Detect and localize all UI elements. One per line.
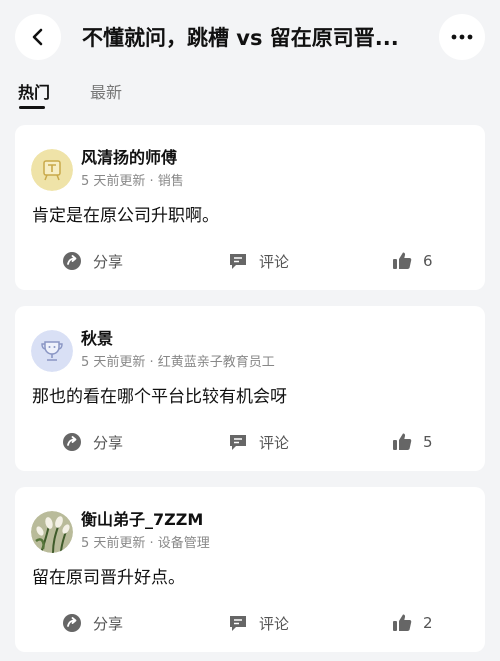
share-label: 分享: [93, 252, 124, 271]
post-meta: 5 天前更新 · 红黄蓝亲子教育员工: [81, 355, 275, 370]
comment-text: 留在原司晋升好点。: [32, 568, 185, 588]
tab-active-indicator: [19, 106, 45, 109]
post-meta: 5 天前更新 · 销售: [81, 174, 184, 189]
comment-label: 评论: [259, 433, 290, 452]
chevron-left-icon: [32, 28, 43, 46]
comment-label: 评论: [259, 614, 290, 633]
thumbs-up-icon: [393, 614, 412, 631]
post-meta: 5 天前更新 · 设备管理: [81, 536, 210, 551]
action-bar: 分享 评论 2: [15, 609, 485, 637]
avatar[interactable]: [31, 149, 73, 191]
share-icon: [63, 614, 81, 632]
scroll-badge-icon: [31, 149, 73, 191]
share-icon: [63, 433, 81, 451]
action-bar: 分享 评论 5: [15, 428, 485, 456]
thumbs-up-icon: [393, 433, 412, 450]
comment-card: 衡山弟子_7ZZM 5 天前更新 · 设备管理 留在原司晋升好点。 分享 评论: [15, 487, 485, 652]
avatar[interactable]: [31, 330, 73, 372]
flower-photo-icon: [31, 511, 73, 553]
thumbs-up-icon: [393, 252, 412, 269]
comment-icon: [230, 435, 246, 450]
comment-card: 秋景 5 天前更新 · 红黄蓝亲子教育员工 那也的看在哪个平台比较有机会呀 分享…: [15, 306, 485, 471]
comment-button[interactable]: 评论: [227, 247, 289, 275]
page-title: 不懂就问，跳槽 vs 留在原司晋...: [82, 26, 399, 50]
like-count: 6: [423, 252, 433, 270]
tab-latest[interactable]: 最新: [90, 81, 122, 105]
username[interactable]: 风清扬的师傅: [81, 147, 177, 169]
share-label: 分享: [93, 614, 124, 633]
share-button[interactable]: 分享: [61, 428, 123, 456]
app: 不懂就问，跳槽 vs 留在原司晋... 热门 最新 风清扬的师傅 5 天前更新 …: [0, 0, 500, 661]
like-button[interactable]: 2: [391, 609, 433, 637]
action-bar: 分享 评论 6: [15, 247, 485, 275]
avatar[interactable]: [31, 511, 73, 553]
share-button[interactable]: 分享: [61, 247, 123, 275]
back-button[interactable]: [15, 14, 61, 60]
share-icon: [63, 252, 81, 270]
tab-bar: 热门 最新: [0, 76, 500, 116]
username[interactable]: 衡山弟子_7ZZM: [81, 509, 203, 531]
tab-hot[interactable]: 热门: [18, 81, 50, 105]
like-button[interactable]: 5: [391, 428, 433, 456]
more-icon: [451, 34, 473, 40]
comment-icon: [230, 254, 246, 269]
comment-icon: [230, 616, 246, 631]
share-label: 分享: [93, 433, 124, 452]
top-bar: 不懂就问，跳槽 vs 留在原司晋...: [0, 0, 500, 76]
comment-button[interactable]: 评论: [227, 428, 289, 456]
comment-card: 风清扬的师傅 5 天前更新 · 销售 肯定是在原公司升职啊。 分享 评论 6: [15, 125, 485, 290]
comment-label: 评论: [259, 252, 290, 271]
like-count: 2: [423, 614, 433, 632]
comment-button[interactable]: 评论: [227, 609, 289, 637]
username[interactable]: 秋景: [81, 328, 113, 350]
more-button[interactable]: [439, 14, 485, 60]
comment-text: 那也的看在哪个平台比较有机会呀: [32, 387, 287, 407]
share-button[interactable]: 分享: [61, 609, 123, 637]
comment-text: 肯定是在原公司升职啊。: [32, 206, 219, 226]
like-count: 5: [423, 433, 433, 451]
like-button[interactable]: 6: [391, 247, 433, 275]
trophy-icon: [31, 330, 73, 372]
